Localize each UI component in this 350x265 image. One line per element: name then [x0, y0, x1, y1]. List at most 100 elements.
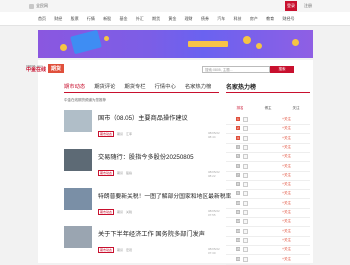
- rank-number: 4: [236, 144, 240, 149]
- avatar[interactable]: [243, 237, 248, 243]
- nav-item[interactable]: 科技: [234, 16, 242, 22]
- avatar[interactable]: [243, 163, 248, 169]
- search-input[interactable]: 搜索:0805, 主题...: [202, 66, 270, 73]
- list-item[interactable]: 16 +关注: [226, 255, 310, 265]
- follow-button[interactable]: +关注: [282, 164, 291, 169]
- article-meta[interactable]: 期货: [117, 132, 123, 136]
- article-thumbnail[interactable]: [64, 110, 92, 132]
- avatar[interactable]: [243, 126, 248, 132]
- article-meta[interactable]: 期货: [117, 210, 123, 214]
- login-button[interactable]: 登录: [285, 1, 297, 11]
- list-item[interactable]: 关于下半年经济工作 国务院多部门发声 期市动态 期货 宏观 08/05/22 0…: [64, 226, 220, 256]
- article-tag[interactable]: 期市动态: [98, 170, 115, 176]
- nav-item[interactable]: 债券: [201, 16, 209, 22]
- follow-button[interactable]: +关注: [282, 191, 291, 196]
- follow-button[interactable]: +关注: [282, 136, 291, 141]
- avatar[interactable]: [243, 228, 248, 234]
- article-meta[interactable]: 关税: [126, 210, 132, 214]
- nav-item[interactable]: 财经: [54, 16, 62, 22]
- avatar[interactable]: [243, 135, 248, 141]
- article-title[interactable]: 关于下半年经济工作 国务院多部门发声: [98, 229, 205, 238]
- tab-columns[interactable]: 期货专栏: [124, 82, 145, 92]
- follow-button[interactable]: +关注: [282, 238, 291, 243]
- ad-banner[interactable]: [38, 30, 313, 58]
- article-thumbnail[interactable]: [64, 149, 92, 171]
- register-link[interactable]: 注册: [304, 3, 312, 9]
- avatar[interactable]: [243, 172, 248, 178]
- rank-number: 3: [236, 135, 240, 140]
- article-title[interactable]: 国市（08.05）主要商品操作建议: [98, 113, 188, 122]
- nav-item[interactable]: 财经号: [282, 16, 294, 22]
- article-thumbnail[interactable]: [64, 188, 92, 210]
- tab-commentary[interactable]: 期货评论: [94, 82, 115, 92]
- follow-button[interactable]: +关注: [282, 117, 291, 122]
- follow-button[interactable]: +关注: [282, 154, 291, 159]
- follow-button[interactable]: +关注: [282, 247, 291, 252]
- tab-hot-list[interactable]: 名家热力榜: [185, 82, 212, 92]
- article-time: 08/05/22 07:30: [208, 247, 220, 255]
- follow-button[interactable]: +关注: [282, 229, 291, 234]
- nav-item[interactable]: 基金: [119, 16, 127, 22]
- rank-number: 14: [236, 237, 240, 242]
- article-title[interactable]: 特朗普要新关税！一图了解部分国家和地区最新税率: [98, 191, 231, 200]
- nav-item[interactable]: 房产: [250, 16, 258, 22]
- tab-quotes[interactable]: 行情中心: [155, 82, 176, 92]
- nav-item[interactable]: 行情: [87, 16, 95, 22]
- rank-number: 15: [236, 247, 240, 252]
- avatar[interactable]: [243, 144, 248, 150]
- nav-item[interactable]: 新股: [103, 16, 111, 22]
- avatar[interactable]: [243, 200, 248, 206]
- follow-button[interactable]: +关注: [282, 219, 291, 224]
- nav-item[interactable]: 汽车: [217, 16, 225, 22]
- col-blogger: 博主: [264, 106, 272, 110]
- brand-logo[interactable]: CNFOL.com 中金在线 期货: [26, 62, 65, 74]
- follow-button[interactable]: +关注: [282, 145, 291, 150]
- site-switch[interactable]: 全民网: [29, 3, 48, 9]
- avatar[interactable]: [243, 210, 248, 215]
- main-nav: 首页 财经 股票 行情 新股 基金 外汇 期货 黄金 理财 债券 汽车 科技 房…: [0, 12, 350, 26]
- avatar[interactable]: [243, 117, 248, 122]
- avatar[interactable]: [243, 247, 248, 253]
- list-item[interactable]: 特朗普要新关税！一图了解部分国家和地区最新税率 期市动态 期货 关税 08/05…: [64, 188, 231, 218]
- nav-item[interactable]: 理财: [185, 16, 193, 22]
- tab-market-news[interactable]: 期市动态: [64, 82, 85, 92]
- article-title[interactable]: 交易随行：股指今多股份20250805: [98, 152, 194, 161]
- article-meta[interactable]: 期货: [117, 171, 123, 175]
- avatar[interactable]: [243, 191, 248, 197]
- article-meta[interactable]: 股指: [126, 171, 132, 175]
- follow-button[interactable]: +关注: [282, 173, 291, 178]
- nav-item[interactable]: 外汇: [136, 16, 144, 22]
- article-thumbnail[interactable]: [64, 226, 92, 248]
- follow-button[interactable]: +关注: [282, 201, 291, 206]
- hot-list-header: 排名 博主 关注: [226, 106, 310, 112]
- coin-icon: [292, 39, 299, 46]
- avatar[interactable]: [243, 154, 248, 160]
- coin-icon: [60, 44, 67, 51]
- article-meta[interactable]: 汇率: [126, 132, 132, 136]
- nav-item[interactable]: 股票: [71, 16, 79, 22]
- coin-icon: [256, 43, 262, 49]
- list-item[interactable]: 交易随行：股指今多股份20250805 期市动态 期货 股指 08/05/22 …: [64, 149, 220, 179]
- article-meta[interactable]: 宏观: [126, 248, 132, 252]
- nav-item[interactable]: 期货: [152, 16, 160, 22]
- article-time: 08/05/22 08:44: [208, 131, 220, 139]
- follow-button[interactable]: +关注: [282, 126, 291, 131]
- follow-button[interactable]: +关注: [282, 257, 291, 262]
- rank-number: 16: [236, 256, 240, 261]
- article-meta[interactable]: 期货: [117, 248, 123, 252]
- avatar[interactable]: [243, 219, 248, 225]
- avatar[interactable]: [243, 182, 248, 188]
- article-tag[interactable]: 期市动态: [98, 247, 115, 253]
- hot-list-divider: [226, 92, 310, 93]
- nav-item[interactable]: 首页: [38, 16, 46, 22]
- follow-button[interactable]: +关注: [282, 182, 291, 187]
- article-time: 08/05/22 08:22: [208, 170, 220, 178]
- article-tag[interactable]: 期市动态: [98, 131, 115, 137]
- nav-item[interactable]: 黄金: [168, 16, 176, 22]
- search-button[interactable]: 搜索: [270, 66, 294, 73]
- list-item[interactable]: 国市（08.05）主要商品操作建议 期市动态 期货 汇率 08/05/22 08…: [64, 110, 220, 140]
- follow-button[interactable]: +关注: [282, 210, 291, 215]
- nav-item[interactable]: 教育: [266, 16, 274, 22]
- article-tag[interactable]: 期市动态: [98, 209, 115, 215]
- avatar[interactable]: [243, 256, 248, 262]
